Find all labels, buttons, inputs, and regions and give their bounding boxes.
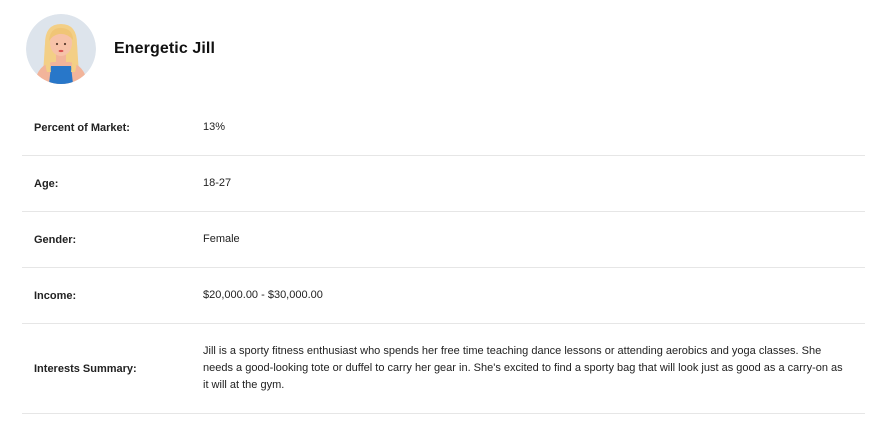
attribute-value: $20,000.00 - $30,000.00: [203, 289, 323, 301]
persona-attributes-table: Percent of Market: 13% Age: 18-27 Gender…: [22, 100, 865, 414]
attribute-label: Gender:: [34, 233, 77, 246]
persona-header: Energetic Jill: [26, 14, 215, 84]
attribute-label: Age:: [34, 177, 59, 190]
attribute-value: Jill is a sporty fitness enthusiast who …: [203, 345, 843, 391]
attribute-value: 13%: [203, 121, 226, 133]
attribute-row-income: Income: $20,000.00 - $30,000.00: [22, 268, 865, 324]
attribute-label: Percent of Market:: [34, 121, 130, 134]
attribute-row-gender: Gender: Female: [22, 212, 865, 268]
attribute-row-age: Age: 18-27: [22, 156, 865, 212]
attribute-label: Income:: [34, 289, 77, 302]
attribute-label: Interests Summary:: [34, 362, 137, 375]
attribute-value: 18-27: [203, 177, 232, 189]
woman-avatar-icon: [26, 14, 96, 84]
persona-name: Energetic Jill: [114, 40, 215, 57]
avatar: [26, 14, 96, 84]
attribute-value: Female: [203, 233, 240, 245]
attribute-row-percent-of-market: Percent of Market: 13%: [22, 100, 865, 156]
attribute-row-interests-summary: Interests Summary: Jill is a sporty fitn…: [22, 324, 865, 414]
